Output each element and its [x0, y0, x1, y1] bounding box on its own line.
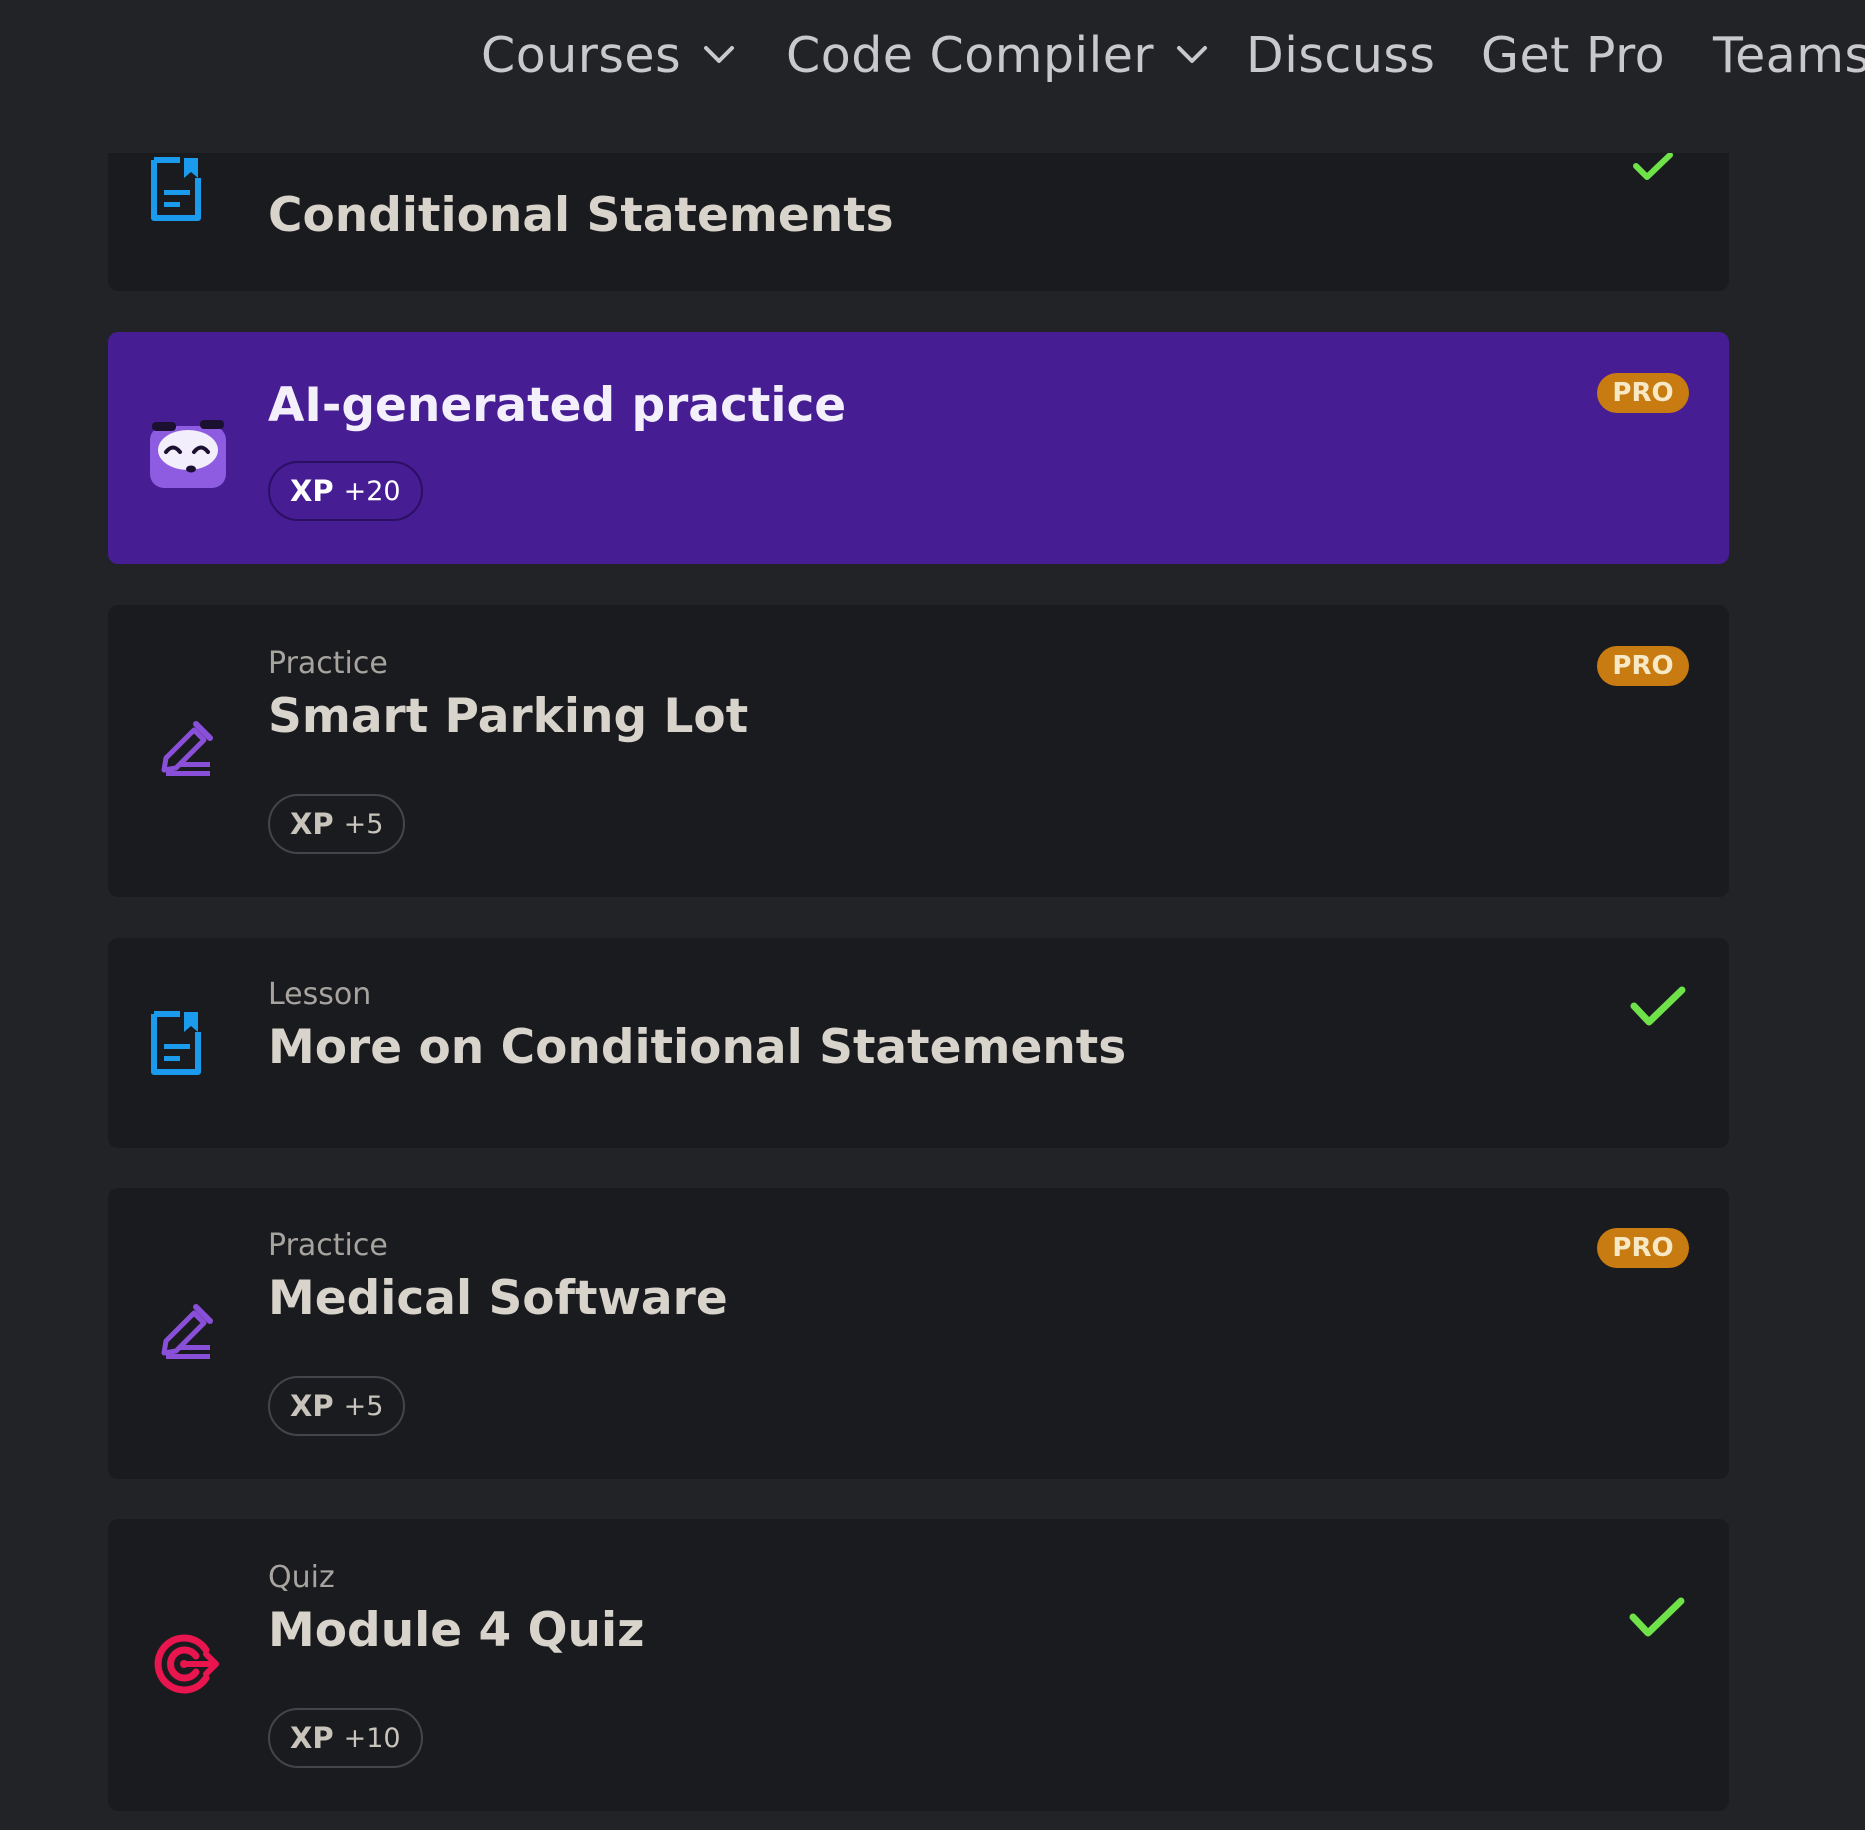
nav-teams[interactable]: Teams: [1713, 20, 1865, 90]
xp-label: XP: [290, 474, 334, 508]
pencil-edit-icon: [158, 1303, 214, 1363]
check-icon: [1633, 152, 1673, 186]
card-title: Medical Software: [268, 1271, 728, 1326]
card-title: AI-generated practice: [268, 378, 847, 433]
nav-courses[interactable]: Courses: [481, 20, 735, 90]
xp-value: +10: [343, 1722, 401, 1754]
nav-code-compiler-label: Code Compiler: [786, 26, 1155, 84]
pencil-edit-icon: [158, 720, 214, 780]
pro-badge: PRO: [1597, 373, 1689, 413]
xp-badge: XP +5: [268, 794, 406, 854]
xp-value: +5: [343, 808, 384, 840]
practice-card-medical-software[interactable]: Practice Medical Software XP +5 PRO: [108, 1188, 1729, 1479]
card-type: Practice: [268, 1228, 388, 1263]
top-navigation: Courses Code Compiler Discuss Get Pro Te…: [0, 0, 1865, 153]
nav-discuss-label: Discuss: [1246, 26, 1436, 84]
nav-get-pro[interactable]: Get Pro: [1481, 20, 1665, 90]
pro-badge: PRO: [1597, 1228, 1689, 1268]
card-title: More on Conditional Statements: [268, 1020, 1127, 1075]
practice-card-smart-parking-lot[interactable]: Practice Smart Parking Lot XP +5 PRO: [108, 605, 1729, 897]
lesson-card-more-on-conditional-statements[interactable]: Lesson More on Conditional Statements: [108, 938, 1729, 1148]
ai-mascot-icon: [148, 416, 228, 494]
card-title: Module 4 Quiz: [268, 1603, 645, 1658]
nav-discuss[interactable]: Discuss: [1246, 20, 1435, 90]
lesson-doc-icon: [150, 1010, 202, 1080]
nav-courses-label: Courses: [481, 26, 682, 84]
lesson-doc-icon: [150, 156, 202, 226]
xp-label: XP: [290, 1389, 334, 1423]
target-icon: [154, 1634, 220, 1698]
check-icon: [1630, 986, 1686, 1032]
card-type: Lesson: [268, 977, 372, 1012]
nav-code-compiler[interactable]: Code Compiler: [786, 20, 1208, 90]
xp-badge: XP +5: [268, 1376, 406, 1436]
xp-badge: XP +20: [268, 461, 423, 521]
nav-get-pro-label: Get Pro: [1481, 26, 1666, 84]
card-type: Practice: [268, 646, 388, 681]
pro-badge: PRO: [1597, 646, 1689, 686]
ai-practice-card[interactable]: AI-generated practice XP +20 PRO: [108, 332, 1729, 564]
xp-value: +20: [343, 475, 401, 507]
xp-value: +5: [343, 1390, 384, 1422]
xp-label: XP: [290, 807, 334, 841]
xp-label: XP: [290, 1721, 334, 1755]
chevron-down-icon: [1176, 45, 1208, 65]
quiz-card-module-4-quiz[interactable]: Quiz Module 4 Quiz XP +10: [108, 1519, 1729, 1811]
check-icon: [1629, 1597, 1685, 1643]
xp-badge: XP +10: [268, 1708, 423, 1768]
card-title: Conditional Statements: [268, 188, 894, 243]
card-title: Smart Parking Lot: [268, 689, 749, 744]
chevron-down-icon: [703, 45, 735, 65]
nav-teams-label: Teams: [1713, 26, 1865, 84]
card-type: Quiz: [268, 1560, 335, 1595]
